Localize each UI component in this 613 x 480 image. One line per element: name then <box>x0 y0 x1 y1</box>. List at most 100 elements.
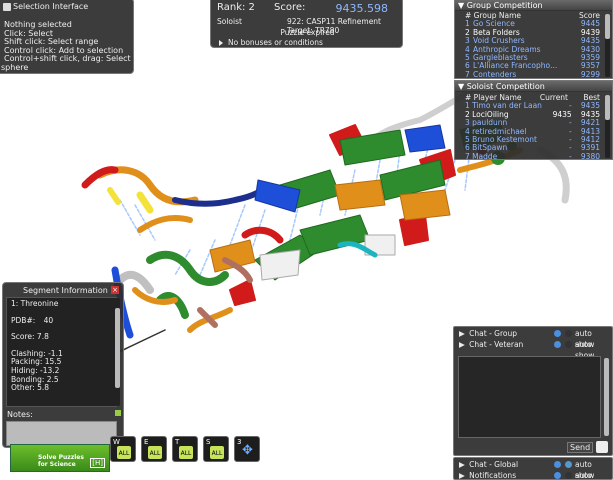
group-row[interactable]: 1 Go Science 9445 <box>465 20 600 28</box>
soloist-row[interactable]: 4 retiredmichael -9413 <box>465 128 600 136</box>
group-rank: 2 <box>465 28 470 37</box>
tool-button-s[interactable]: S ALL <box>203 436 229 462</box>
group-name: Void Crushers <box>473 37 525 46</box>
group-row[interactable]: 3 Void Crushers 9435 <box>465 37 600 45</box>
soloist-row[interactable]: 2 LociOiling 9435 9435 <box>465 111 600 119</box>
group-row[interactable]: 7 Contenders 9299 <box>465 71 600 79</box>
player-best: 9421 <box>580 119 600 128</box>
player-best: 9413 <box>580 127 600 136</box>
clock-icon[interactable] <box>596 441 608 453</box>
notes-scroll-icon[interactable] <box>115 410 121 416</box>
info-icon[interactable] <box>554 330 561 337</box>
player-current: - <box>568 127 572 136</box>
player-best: 9380 <box>580 152 600 161</box>
tool-button-e[interactable]: E ALL <box>141 436 167 462</box>
group-row[interactable]: 2 Beta Folders 9439 <box>465 29 600 37</box>
chat-bottom-panel: ▶ Chat - Global auto show ▶ Notifications a… <box>453 457 613 480</box>
group-name: Gargleblasters <box>473 54 528 63</box>
tool-key: 3 <box>237 438 242 446</box>
collapse-triangle-icon: ▼ <box>458 1 467 10</box>
send-button[interactable]: Send <box>567 442 594 453</box>
tool-button-t[interactable]: T ALL <box>172 436 198 462</box>
group-rank: 7 <box>465 70 470 79</box>
group-score: 9435 <box>580 37 600 46</box>
info-icon[interactable] <box>554 461 561 468</box>
chat-tab[interactable]: ▶ Notifications auto show <box>454 470 612 480</box>
player-best: 9391 <box>580 144 600 153</box>
soloist-competition-panel: ▼ Soloist Competition # Player Name Curr… <box>454 80 613 161</box>
notes-field[interactable] <box>6 421 117 446</box>
group-rank: 5 <box>465 54 470 63</box>
soloist-row[interactable]: 5 Bruno Kestemont -9412 <box>465 136 600 144</box>
logo-badge: [H] <box>90 458 105 468</box>
tool-label: ALL <box>179 446 193 459</box>
player-name: Madde <box>472 152 498 161</box>
notes-label: Notes: <box>7 410 33 419</box>
auto-show-toggle[interactable] <box>565 461 572 468</box>
bonus-text: No bonuses or conditions <box>228 38 323 47</box>
player-current: - <box>568 152 572 161</box>
soloist-competition-header[interactable]: ▼ Soloist Competition <box>455 81 612 92</box>
group-rank: 4 <box>465 45 470 54</box>
group-name: Beta Folders <box>473 28 520 37</box>
auto-show-toggle[interactable] <box>565 330 572 337</box>
foldit-logo[interactable]: Solve Puzzles for Science [H] <box>10 444 110 472</box>
residue-name: 1: Threonine <box>11 299 59 308</box>
chat-panel: ▶ Chat - Group auto show ▶ Chat - Veteran a… <box>453 326 613 456</box>
col-player-name: # Player Name <box>465 94 522 102</box>
player-rank: 5 <box>465 136 470 145</box>
chat-tab[interactable]: ▶ Chat - Group auto show <box>454 328 612 349</box>
player-name: pauldunn <box>472 119 508 128</box>
col-group-name: # Group Name <box>465 12 522 20</box>
player-rank: 1 <box>465 102 470 111</box>
segment-info-title: Segment Information <box>23 286 108 295</box>
tool-button-3[interactable]: 3 ✥ <box>234 436 260 462</box>
group-row[interactable]: 4 Anthropic Dreams 9430 <box>465 46 600 54</box>
auto-show-toggle[interactable] <box>565 472 572 479</box>
game-mode: Soloist <box>217 17 242 26</box>
group-score: 9357 <box>580 62 600 71</box>
expand-triangle-icon: ▶ <box>459 471 468 480</box>
soloist-scrollbar[interactable] <box>605 95 610 158</box>
group-rank: 6 <box>465 62 470 71</box>
chat-tab[interactable]: ▶ Chat - Veteranauto show <box>454 339 612 360</box>
expand-triangle-icon[interactable] <box>219 40 223 46</box>
group-competition-title: Group Competition <box>466 1 543 10</box>
expand-triangle-icon: ▶ <box>459 460 468 469</box>
tool-label: ALL <box>210 446 224 459</box>
player-name: BitSpawn <box>472 144 508 153</box>
soloist-row[interactable]: 6 BitSpawn -9391 <box>465 144 600 152</box>
group-competition-header[interactable]: ▼ Group Competition <box>455 0 612 11</box>
player-current: - <box>568 119 572 128</box>
chat-tab[interactable]: ▶ Chat - Global auto show <box>454 459 612 480</box>
group-rank: 3 <box>465 37 470 46</box>
group-table: 1 Go Science 9445 2 Beta Folders 9439 3 Void Cr… <box>465 20 600 79</box>
soloist-row[interactable]: 7 Madde -9380 <box>465 153 600 161</box>
soloist-row[interactable]: 3 pauldunn -9421 <box>465 119 600 127</box>
player-current: - <box>568 102 572 111</box>
chat-scrollbar[interactable] <box>604 358 609 436</box>
player-name: LociOiling <box>472 110 509 119</box>
info-icon[interactable] <box>554 472 561 479</box>
tool-key: T <box>175 438 180 446</box>
menu-icon[interactable] <box>3 3 11 11</box>
group-score: 9439 <box>580 28 600 37</box>
chat-log[interactable] <box>458 356 601 438</box>
segment-scrollbar[interactable] <box>115 298 120 406</box>
soloist-row[interactable]: 1 Timo van der Laan -9435 <box>465 102 600 110</box>
player-name: Timo van der Laan <box>472 102 542 111</box>
group-row[interactable]: 5 Gargleblasters 9359 <box>465 54 600 62</box>
segment-information-panel: Segment Information × 1: Threonine PDB#:… <box>2 282 124 448</box>
auto-show-toggle[interactable] <box>565 341 572 348</box>
tool-button-w[interactable]: W ALL <box>110 436 136 462</box>
score-value: 9435.598 <box>335 2 389 15</box>
group-scrollbar[interactable] <box>605 14 610 77</box>
info-icon[interactable] <box>554 341 561 348</box>
player-name: Bruno Kestemont <box>472 136 537 145</box>
group-row[interactable]: 6 L'Alliance Francophо... 9357 <box>465 62 600 70</box>
close-icon[interactable]: × <box>111 286 119 294</box>
player-best: 9412 <box>580 136 600 145</box>
group-name: L'Alliance Francophо... <box>473 62 558 71</box>
pdb-value: 40 <box>43 315 54 325</box>
rank-label: Rank: 2 <box>217 2 255 13</box>
